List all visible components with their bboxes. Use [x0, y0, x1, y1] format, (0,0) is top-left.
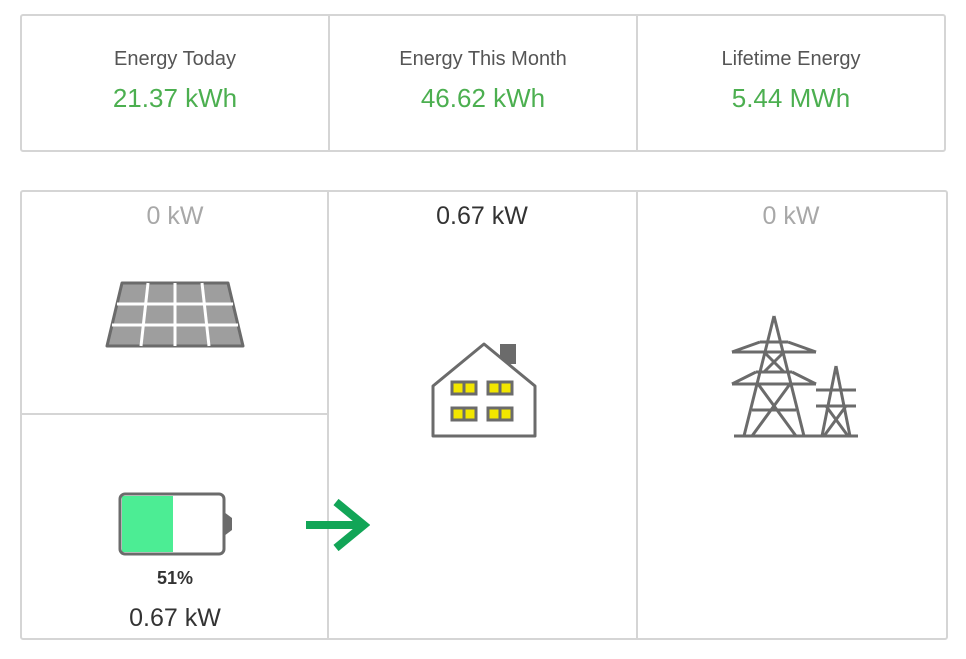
- energy-summary-panel: Energy Today 21.37 kWh Energy This Month…: [20, 14, 946, 152]
- house-icon: [431, 342, 537, 438]
- column-divider-right: [636, 192, 638, 638]
- power-tower-icon: [731, 315, 858, 438]
- lifetime-energy-label: Lifetime Energy: [721, 48, 861, 70]
- home-power-value: 0.67 kW: [436, 202, 528, 230]
- solar-panel-icon: [105, 281, 245, 348]
- grid-power-value: 0 kW: [762, 202, 820, 230]
- solar-battery-divider: [22, 413, 328, 415]
- lifetime-energy-value: 5.44 MWh: [731, 83, 851, 113]
- power-flow-panel: 0 kW 0.67 kW 0 kW 51% 0.67 kW: [20, 190, 948, 640]
- lifetime-energy-card: Lifetime Energy 5.44 MWh: [636, 16, 944, 150]
- energy-month-label: Energy This Month: [399, 48, 567, 70]
- battery-icon: [118, 492, 232, 556]
- energy-today-label: Energy Today: [114, 48, 236, 70]
- arrow-right-icon: [306, 498, 370, 552]
- energy-today-card: Energy Today 21.37 kWh: [22, 16, 328, 150]
- battery-level-label: 51%: [156, 568, 194, 588]
- battery-power-value: 0.67 kW: [129, 604, 221, 632]
- energy-month-card: Energy This Month 46.62 kWh: [328, 16, 636, 150]
- energy-today-value: 21.37 kWh: [112, 83, 238, 113]
- solar-power-value: 0 kW: [146, 202, 204, 230]
- energy-month-value: 46.62 kWh: [420, 83, 546, 113]
